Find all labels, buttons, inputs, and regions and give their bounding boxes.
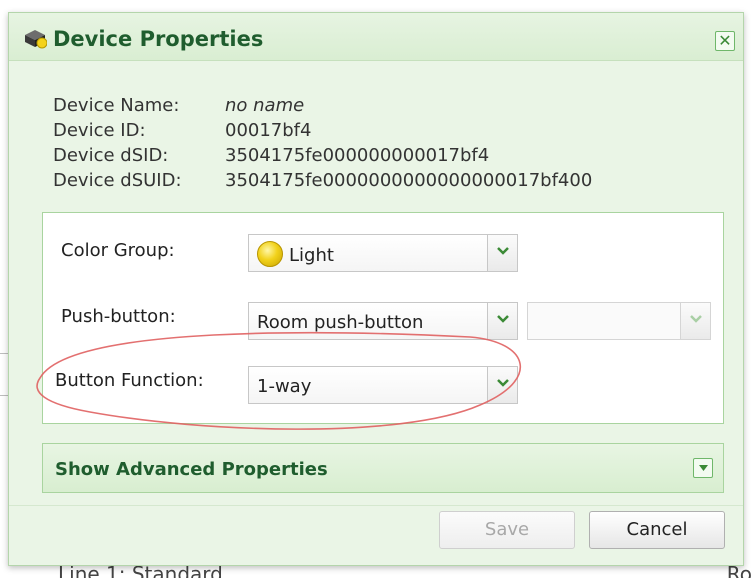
info-row-device-id: Device ID: 00017bf4 bbox=[53, 118, 592, 143]
dialog-title: Device Properties bbox=[53, 27, 264, 51]
info-label: Device dSUID: bbox=[53, 170, 182, 191]
push-button-select[interactable]: Room push-button bbox=[248, 302, 518, 340]
show-advanced-properties-label: Show Advanced Properties bbox=[55, 459, 328, 480]
cancel-button[interactable]: Cancel bbox=[589, 511, 725, 549]
button-function-value: 1-way bbox=[257, 376, 312, 397]
color-group-select[interactable]: Light bbox=[248, 234, 518, 272]
dropdown-arrow[interactable] bbox=[680, 303, 710, 339]
dialog-titlebar[interactable]: Device Properties ✕ bbox=[9, 13, 743, 61]
push-button-value: Room push-button bbox=[257, 312, 424, 333]
info-label: Device ID: bbox=[53, 120, 146, 141]
button-function-select[interactable]: 1-way bbox=[248, 366, 518, 404]
close-button[interactable]: ✕ bbox=[715, 31, 735, 51]
chevron-down-icon bbox=[690, 315, 702, 323]
device-name-value: no name bbox=[225, 95, 305, 116]
device-icon bbox=[25, 30, 47, 49]
dropdown-arrow[interactable] bbox=[487, 303, 517, 339]
device-dsid-value: 3504175fe000000000017bf4 bbox=[225, 145, 490, 166]
expand-toggle[interactable] bbox=[693, 458, 713, 478]
info-row-device-name: Device Name: no name bbox=[53, 93, 592, 118]
dialog-footer: Save Cancel bbox=[9, 505, 743, 565]
chevron-down-icon bbox=[497, 379, 509, 387]
dropdown-arrow[interactable] bbox=[487, 367, 517, 403]
info-label: Device Name: bbox=[53, 95, 180, 116]
dropdown-arrow[interactable] bbox=[487, 235, 517, 271]
chevron-down-icon bbox=[497, 315, 509, 323]
color-group-value: Light bbox=[289, 245, 334, 266]
info-row-device-dsid: Device dSID: 3504175fe000000000017bf4 bbox=[53, 143, 592, 168]
light-color-icon bbox=[257, 241, 283, 267]
info-label: Device dSID: bbox=[53, 145, 169, 166]
push-button-secondary-select[interactable] bbox=[527, 302, 711, 340]
chevron-down-icon bbox=[497, 247, 509, 255]
color-group-label: Color Group: bbox=[61, 240, 175, 261]
device-id-value: 00017bf4 bbox=[225, 120, 312, 141]
device-settings-fieldset: Color Group: Light Push-button: Room pus… bbox=[42, 212, 724, 424]
device-dsuid-value: 3504175fe0000000000000000017bf400 bbox=[225, 170, 593, 191]
show-advanced-properties-panel[interactable]: Show Advanced Properties bbox=[42, 443, 724, 493]
push-button-label: Push-button: bbox=[61, 306, 176, 327]
close-icon: ✕ bbox=[718, 31, 732, 50]
device-info: Device Name: no name Device ID: 00017bf4… bbox=[53, 93, 592, 193]
button-function-label: Button Function: bbox=[55, 370, 204, 391]
device-properties-dialog: Device Properties ✕ Device Name: no name… bbox=[8, 12, 744, 566]
save-button[interactable]: Save bbox=[439, 511, 575, 549]
info-row-device-dsuid: Device dSUID: 3504175fe00000000000000000… bbox=[53, 168, 592, 193]
chevron-down-icon bbox=[699, 465, 708, 471]
